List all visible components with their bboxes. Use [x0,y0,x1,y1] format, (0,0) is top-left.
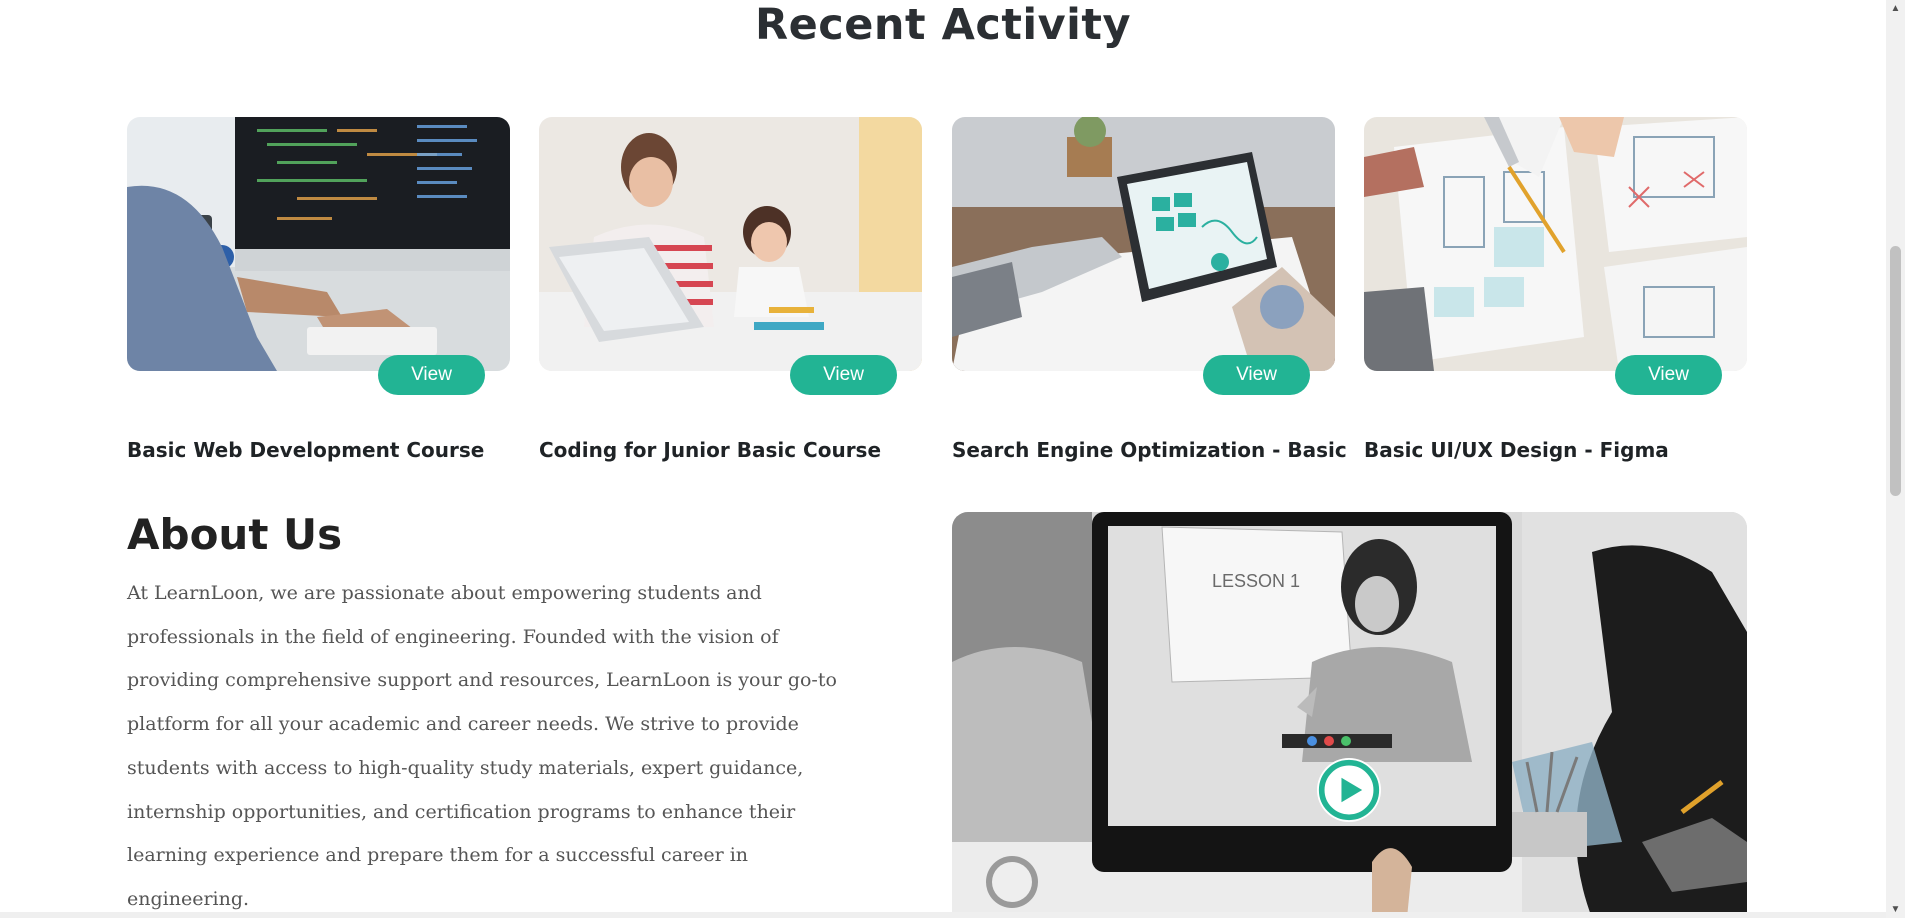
about-video[interactable]: LESSON 1 [952,512,1747,918]
course-card: View Basic Web Development Course [127,117,510,497]
play-video-button[interactable] [1317,758,1381,822]
course-image[interactable] [539,117,922,371]
course-card: View Search Engine Optimization - Basic [952,117,1347,497]
page: Recent Activity View Basic Web Developme… [0,0,1886,918]
view-button[interactable]: View [1615,355,1722,395]
course-card: View Basic UI/UX Design - Figma [1364,117,1747,497]
lesson-board-label: LESSON 1 [1212,571,1300,591]
course-card: View Coding for Junior Basic Course [539,117,922,497]
view-button[interactable]: View [790,355,897,395]
course-image[interactable] [1364,117,1747,371]
view-button[interactable]: View [378,355,485,395]
play-icon [1318,759,1380,821]
scroll-down-arrow-icon[interactable]: ▼ [1886,901,1905,918]
view-button[interactable]: View [1203,355,1310,395]
course-title[interactable]: Basic UI/UX Design - Figma [1364,438,1669,462]
scrollbar-thumb[interactable] [1890,246,1901,496]
about-us-title: About Us [127,510,343,559]
course-image[interactable] [127,117,510,371]
about-us-description: At LearnLoon, we are passionate about em… [127,582,837,910]
horizontal-scrollbar[interactable] [0,912,1886,918]
vertical-scrollbar[interactable]: ▲ ▼ [1886,0,1905,918]
course-image[interactable] [952,117,1335,371]
course-title[interactable]: Search Engine Optimization - Basic [952,438,1347,462]
recent-activity-title: Recent Activity [755,0,1131,50]
course-title[interactable]: Basic Web Development Course [127,438,484,462]
course-title[interactable]: Coding for Junior Basic Course [539,438,881,462]
scroll-up-arrow-icon[interactable]: ▲ [1886,0,1905,17]
